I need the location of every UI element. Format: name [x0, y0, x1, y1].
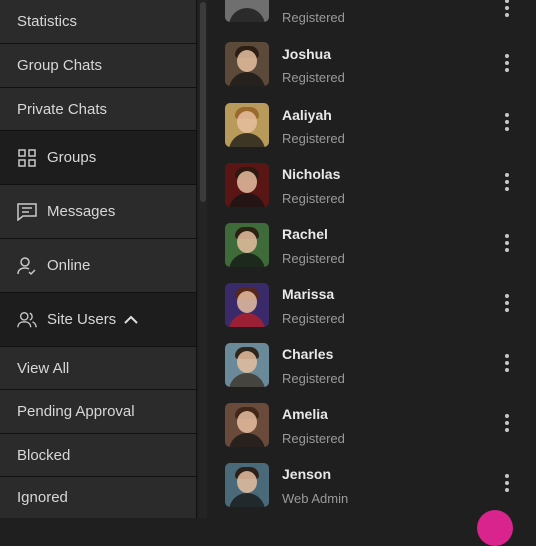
more-options-icon[interactable]	[497, 473, 517, 493]
user-name[interactable]: Marissa	[282, 286, 334, 302]
more-options-icon[interactable]	[497, 353, 517, 373]
more-options-icon[interactable]	[497, 0, 517, 18]
sidebar-item-group-chats[interactable]: Group Chats	[0, 44, 196, 88]
more-options-icon[interactable]	[497, 172, 517, 192]
list-item[interactable]: Marissa Registered	[208, 280, 536, 340]
sidebar: Statistics Group Chats Private Chats Gro…	[0, 0, 197, 518]
sidebar-scrollbar[interactable]	[199, 0, 207, 518]
chevron-up-icon[interactable]	[124, 315, 138, 325]
list-item[interactable]: Rachel Registered	[208, 220, 536, 280]
sidebar-item-ignored[interactable]: Ignored	[0, 477, 196, 518]
list-item[interactable]: Charles Registered	[208, 340, 536, 400]
sidebar-item-label: Messages	[47, 203, 116, 220]
sidebar-item-private-chats[interactable]: Private Chats	[0, 88, 196, 131]
sidebar-item-pending-approval[interactable]: Pending Approval	[0, 390, 196, 434]
user-role: Registered	[282, 131, 345, 146]
users-icon	[17, 310, 37, 330]
more-options-icon[interactable]	[497, 233, 517, 253]
avatar[interactable]	[225, 223, 269, 267]
sidebar-item-label: View All	[17, 359, 70, 377]
user-name[interactable]: Charles	[282, 346, 333, 362]
user-role: Web Admin	[282, 491, 349, 506]
more-options-icon[interactable]	[497, 413, 517, 433]
user-name[interactable]: Rachel	[282, 226, 328, 242]
sidebar-item-label: Site Users	[47, 311, 117, 328]
avatar-figure	[229, 8, 265, 22]
user-name[interactable]: Amelia	[282, 406, 328, 422]
user-role: Registered	[282, 431, 345, 446]
user-check-icon	[17, 256, 37, 276]
user-name[interactable]: Nicholas	[282, 166, 340, 182]
message-icon	[17, 202, 37, 222]
avatar[interactable]	[225, 463, 269, 507]
list-item[interactable]: Registered	[208, 0, 536, 30]
list-item[interactable]: Amelia Registered	[208, 400, 536, 460]
avatar[interactable]	[225, 283, 269, 327]
sidebar-item-label: Groups	[47, 149, 97, 166]
user-role: Registered	[282, 311, 345, 326]
more-options-icon[interactable]	[497, 53, 517, 73]
list-item[interactable]: Joshua Registered	[208, 40, 536, 100]
list-item[interactable]: Aaliyah Registered	[208, 100, 536, 160]
sidebar-item-label: Blocked	[17, 446, 71, 464]
sidebar-item-label: Private Chats	[17, 100, 108, 118]
grid-icon	[17, 148, 37, 168]
sidebar-item-online[interactable]: Online	[0, 239, 196, 293]
sidebar-item-label: Statistics	[17, 13, 78, 30]
user-role: Registered	[282, 191, 345, 206]
more-options-icon[interactable]	[497, 293, 517, 313]
avatar[interactable]	[225, 343, 269, 387]
list-item[interactable]: Nicholas Registered	[208, 160, 536, 220]
sidebar-item-groups[interactable]: Groups	[0, 131, 196, 185]
avatar[interactable]	[225, 103, 269, 147]
sidebar-item-statistics[interactable]: Statistics	[0, 0, 196, 44]
sidebar-item-site-users[interactable]: Site Users	[0, 293, 196, 347]
sidebar-item-blocked[interactable]: Blocked	[0, 434, 196, 477]
chat-fab-button[interactable]	[477, 510, 513, 546]
sidebar-item-label: Pending Approval	[17, 403, 135, 420]
avatar[interactable]	[225, 403, 269, 447]
user-role: Registered	[282, 251, 345, 266]
user-list: Registered Joshua Registered Aaliyah Reg…	[208, 0, 536, 518]
user-role: Registered	[282, 371, 345, 386]
user-name[interactable]: Joshua	[282, 46, 331, 62]
sidebar-item-messages[interactable]: Messages	[0, 185, 196, 239]
avatar[interactable]	[225, 42, 269, 86]
avatar[interactable]	[225, 0, 269, 22]
user-role: Registered	[282, 70, 345, 85]
user-role: Registered	[282, 10, 345, 25]
user-name[interactable]: Aaliyah	[282, 107, 332, 123]
sidebar-item-label: Group Chats	[17, 57, 103, 74]
sidebar-item-label: Ignored	[17, 489, 68, 506]
avatar[interactable]	[225, 163, 269, 207]
more-options-icon[interactable]	[497, 112, 517, 132]
sidebar-item-label: Online	[47, 257, 91, 274]
sidebar-item-view-all[interactable]: View All	[0, 347, 196, 390]
user-name[interactable]: Jenson	[282, 466, 331, 482]
scrollbar-thumb[interactable]	[200, 2, 206, 202]
